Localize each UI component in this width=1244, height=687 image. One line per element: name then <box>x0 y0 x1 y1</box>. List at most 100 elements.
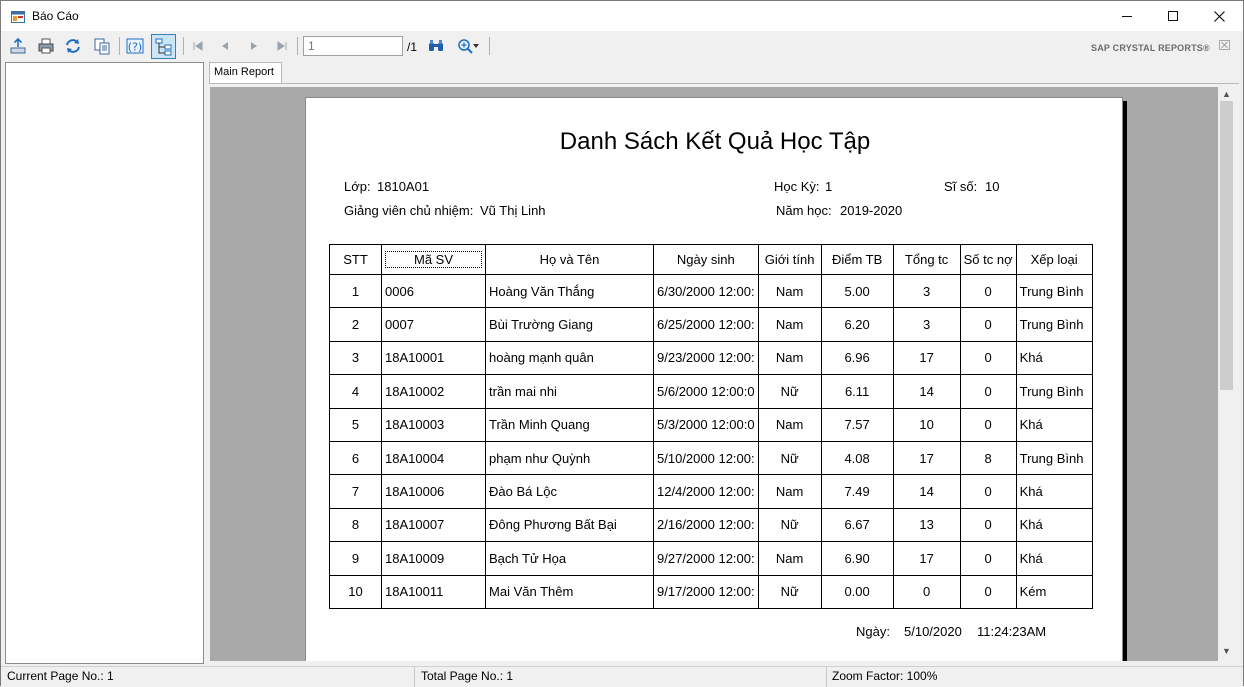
print-button[interactable] <box>36 36 56 56</box>
next-page-button[interactable] <box>244 36 264 56</box>
page-total-label: /1 <box>407 40 418 54</box>
table-row: 8 18A10007 Đông Phương Bất Bại 2/16/2000 12… <box>329 507 1093 543</box>
tab-main-report[interactable]: Main Report <box>209 62 282 83</box>
results-table: STT Mã SV Họ và Tên Ngày sinh Giới tính … <box>329 244 1093 609</box>
semester-value: 1 <box>825 179 833 194</box>
stt-cell: 1 <box>329 273 382 309</box>
gender-cell: Nữ <box>757 374 822 409</box>
minimize-icon <box>1122 15 1132 17</box>
class-value: 1810A01 <box>377 179 430 194</box>
toolbar-separator <box>183 37 184 55</box>
last-page-button[interactable] <box>272 36 292 56</box>
class-label: Lớp: <box>344 179 371 194</box>
svg-text:(?): (?) <box>128 41 142 54</box>
owed-credits-cell: 0 <box>959 374 1017 409</box>
column-header: Số tc nợ <box>959 244 1017 275</box>
owed-credits-cell: 0 <box>959 507 1017 543</box>
window-title: Báo Cáo <box>32 9 79 23</box>
birth-date-cell: 2/16/2000 12:00: <box>653 507 759 543</box>
status-separator <box>414 667 415 687</box>
gpa-cell: 6.96 <box>820 340 894 376</box>
birth-date-cell: 5/3/2000 12:00:0 <box>653 407 759 442</box>
owed-credits-cell: 0 <box>959 407 1017 442</box>
close-icon <box>1213 10 1225 22</box>
previous-page-button[interactable] <box>215 36 235 56</box>
student-id-cell: 18A10003 <box>380 407 487 442</box>
full-name-cell: Đào Bá Lộc <box>485 474 655 509</box>
vertical-scrollbar[interactable]: ▲ ▼ <box>1218 87 1235 661</box>
toggle-group-tree-button[interactable] <box>151 34 176 59</box>
scrollbar-thumb[interactable] <box>1220 101 1233 390</box>
export-button[interactable] <box>8 36 28 56</box>
gender-cell: Nam <box>757 541 822 576</box>
column-header[interactable]: Mã SV <box>380 244 487 275</box>
table-row: 3 18A10001 hoàng mạnh quân 9/23/2000 12:00:… <box>329 340 1093 376</box>
classification-cell: Khá <box>1015 507 1093 543</box>
column-header: Ngày sinh <box>653 244 759 275</box>
minimize-button[interactable] <box>1104 1 1150 31</box>
close-button[interactable] <box>1196 1 1242 31</box>
birth-date-cell: 9/27/2000 12:00: <box>653 541 759 576</box>
total-credits-cell: 14 <box>892 474 961 509</box>
maximize-button[interactable] <box>1150 1 1196 31</box>
gpa-cell: 5.00 <box>820 273 894 309</box>
close-view-button[interactable] <box>1219 40 1230 50</box>
table-row: 2 0007 Bùi Trường Giang 6/25/2000 12:00: Nam… <box>329 307 1093 342</box>
student-id-cell: 0006 <box>380 273 487 309</box>
full-name-cell: Trần Minh Quang <box>485 407 655 442</box>
first-page-button[interactable] <box>188 36 208 56</box>
gpa-cell: 4.08 <box>820 440 894 476</box>
full-name-cell: Mai Văn Thêm <box>485 574 655 609</box>
gender-cell: Nam <box>757 407 822 442</box>
student-id-cell: 18A10006 <box>380 474 487 509</box>
status-bar: Current Page No.: 1 Total Page No.: 1 Zo… <box>1 666 1243 687</box>
refresh-button[interactable] <box>63 36 83 56</box>
semester-label: Học Kỳ: <box>774 179 820 194</box>
copy-button[interactable] <box>92 36 112 56</box>
class-size-value: 10 <box>985 179 1000 194</box>
total-credits-cell: 0 <box>892 574 961 609</box>
status-separator <box>826 667 827 687</box>
birth-date-cell: 9/17/2000 12:00: <box>653 574 759 609</box>
full-name-cell: Hoàng Văn Thắng <box>485 273 655 309</box>
group-tree-panel[interactable] <box>5 62 204 664</box>
table-row: 7 18A10006 Đào Bá Lộc 12/4/2000 12:00: Nam 7.… <box>329 474 1093 509</box>
birth-date-cell: 5/6/2000 12:00:0 <box>653 374 759 409</box>
gender-cell: Nữ <box>757 574 822 609</box>
stt-cell: 8 <box>329 507 382 543</box>
student-id-cell: 18A10009 <box>380 541 487 576</box>
export-icon <box>10 37 26 54</box>
stt-cell: 5 <box>329 407 382 442</box>
report-viewer[interactable]: Danh Sách Kết Quả Học Tập Lớp: 1810A01 G… <box>210 87 1218 661</box>
classification-cell: Trung Bình <box>1015 440 1093 476</box>
gpa-cell: 7.49 <box>820 474 894 509</box>
total-credits-cell: 17 <box>892 440 961 476</box>
page-number-input[interactable]: 1 <box>303 36 403 56</box>
column-header: Xếp loại <box>1015 244 1093 275</box>
binoculars-icon <box>429 40 443 51</box>
stt-cell: 7 <box>329 474 382 509</box>
student-id-cell: 18A10004 <box>380 440 487 476</box>
report-page: Danh Sách Kết Quả Học Tập Lớp: 1810A01 G… <box>305 97 1123 661</box>
column-header: Điểm TB <box>820 244 894 275</box>
toolbar: (?) 1 /1 SAP CRYSTAL REPORTS® <box>1 31 1243 61</box>
close-icon <box>1221 41 1228 49</box>
classification-cell: Khá <box>1015 541 1093 576</box>
owed-credits-cell: 0 <box>959 273 1017 309</box>
advisor-value: Vũ Thị Linh <box>480 203 546 218</box>
scroll-down-icon[interactable]: ▼ <box>1221 646 1232 657</box>
owed-credits-cell: 8 <box>959 440 1017 476</box>
student-id-cell: 0007 <box>380 307 487 342</box>
find-button[interactable] <box>426 36 446 56</box>
owed-credits-cell: 0 <box>959 574 1017 609</box>
toolbar-separator <box>297 37 298 55</box>
toolbar-separator <box>119 37 120 55</box>
owed-credits-cell: 0 <box>959 474 1017 509</box>
maximize-icon <box>1168 11 1178 21</box>
scroll-up-icon[interactable]: ▲ <box>1221 89 1232 100</box>
gpa-cell: 6.90 <box>820 541 894 576</box>
school-year-value: 2019-2020 <box>840 203 903 218</box>
table-row: 9 18A10009 Bạch Tử Họa 9/27/2000 12:00: Nam 6… <box>329 541 1093 576</box>
zoom-button[interactable] <box>454 36 482 56</box>
help-button[interactable]: (?) <box>125 36 145 56</box>
